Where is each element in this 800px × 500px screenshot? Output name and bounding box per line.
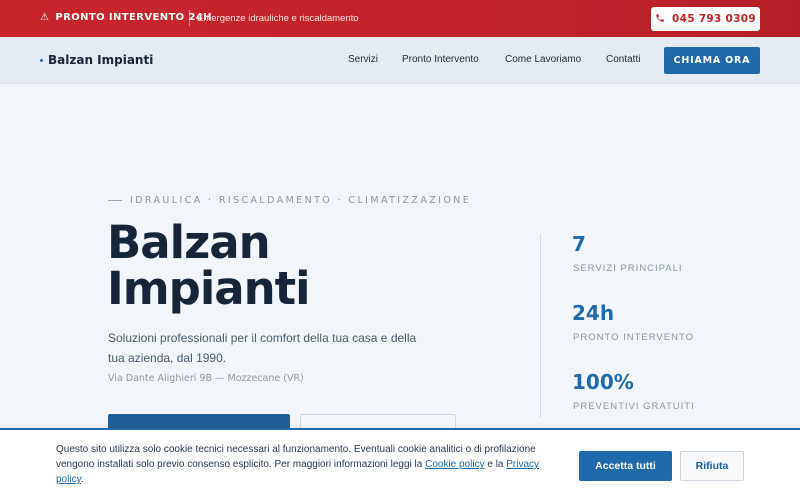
nav-link-pronto-intervento[interactable]: Pronto Intervento: [402, 54, 479, 65]
divider: [189, 10, 190, 26]
warning-icon: ⚠: [40, 12, 50, 23]
emergency-alert: ⚠ PRONTO INTERVENTO 24H: [40, 12, 212, 23]
cookie-text-part2: e la: [484, 459, 507, 470]
phone-button[interactable]: 045 793 0309: [651, 7, 760, 31]
nav-link-come-lavoriamo[interactable]: Come Lavoriamo: [505, 54, 581, 65]
lead-line-1: Soluzioni professionali per il comfort d…: [108, 331, 417, 345]
reject-button[interactable]: Rifiuta: [680, 451, 744, 481]
stat-value-services: 7: [572, 232, 586, 256]
phone-icon: [655, 13, 665, 26]
stat-label-services: SERVIZI PRINCIPALI: [573, 263, 683, 274]
nav-link-servizi[interactable]: Servizi: [348, 54, 378, 65]
eyebrow-line: [108, 200, 122, 201]
stat-value-quotes: 100%: [572, 370, 634, 394]
cookie-text: Questo sito utilizza solo cookie tecnici…: [56, 442, 566, 487]
hero-address: Via Dante Alighieri 9B — Mozzecane (VR): [108, 373, 304, 384]
emergency-bar: ⚠ PRONTO INTERVENTO 24H Emergenze idraul…: [0, 0, 800, 37]
cookie-banner: Questo sito utilizza solo cookie tecnici…: [0, 428, 800, 500]
stat-label-emergency: PRONTO INTERVENTO: [573, 332, 694, 343]
brand-name: Balzan Impianti: [48, 53, 154, 67]
stats-divider: [540, 234, 541, 418]
stat-value-emergency: 24h: [572, 301, 615, 325]
eyebrow-text: IDRAULICA · RISCALDAMENTO · CLIMATIZZAZI…: [130, 195, 472, 206]
cookie-text-part3: .: [80, 474, 84, 485]
phone-number: 045 793 0309: [672, 13, 756, 25]
page-title: Balzan Impianti: [107, 216, 311, 315]
emergency-subtitle: Emergenze idrauliche e riscaldamento: [197, 13, 359, 24]
lead-line-2: tua azienda, dal 1990.: [108, 351, 227, 365]
title-line-1: Balzan: [107, 216, 271, 269]
main-nav: Balzan Impianti Servizi Pronto Intervent…: [0, 37, 800, 84]
hero-eyebrow: IDRAULICA · RISCALDAMENTO · CLIMATIZZAZI…: [108, 195, 471, 206]
brand-dot-icon: [40, 58, 43, 62]
accept-all-button[interactable]: Accetta tutti: [579, 451, 672, 481]
title-line-2: Impianti: [107, 262, 311, 315]
nav-link-contatti[interactable]: Contatti: [606, 54, 640, 65]
cookie-policy-link[interactable]: Cookie policy: [425, 459, 484, 470]
hero-lead: Soluzioni professionali per il comfort d…: [108, 328, 428, 368]
call-now-button[interactable]: CHIAMA ORA: [664, 47, 760, 74]
brand-logo[interactable]: Balzan Impianti: [40, 53, 153, 67]
stat-label-quotes: PREVENTIVI GRATUITI: [573, 401, 695, 412]
